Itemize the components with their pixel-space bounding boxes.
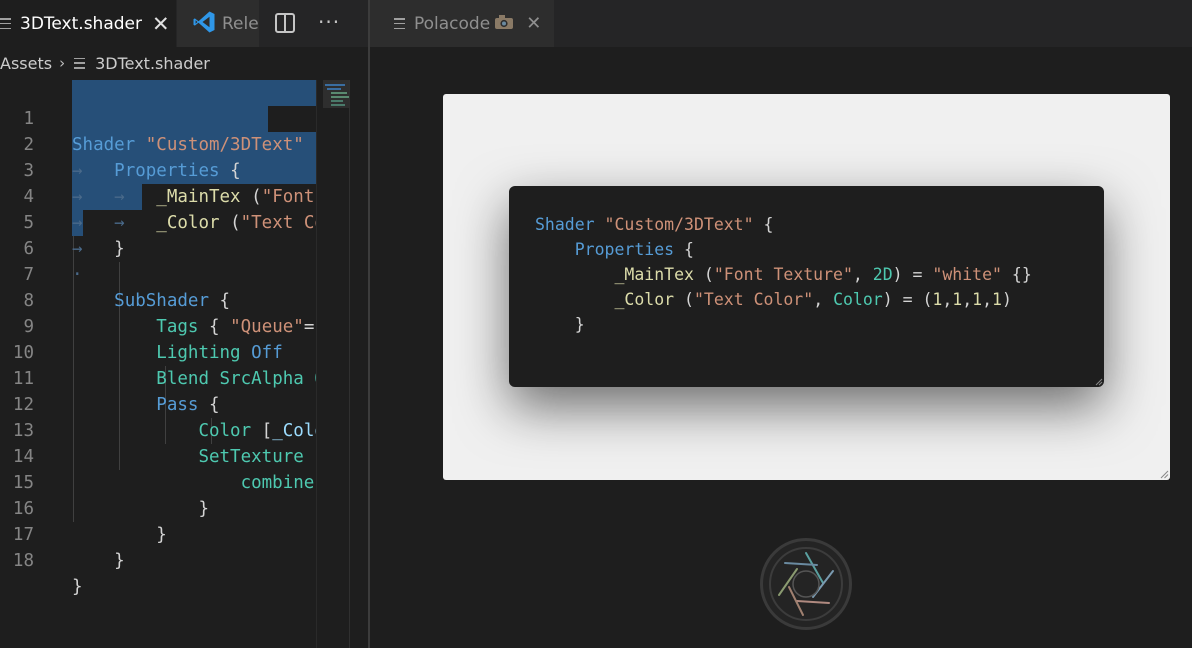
code-line: 2 → Properties {: [0, 106, 316, 181]
code-line: 17 }: [0, 496, 316, 571]
minimap-line: [331, 96, 349, 98]
code-line: 18 }: [0, 522, 316, 597]
right-editor-group: Polacode ✕ Shader "Custom/3DText" { Prop…: [370, 0, 1192, 648]
breadcrumb: Assets › 3DText.shader: [0, 50, 210, 76]
left-tab-bar: 3DText.shader ✕ Release ···: [0, 0, 368, 47]
code-line: 7 SubShader {: [0, 236, 316, 311]
left-editor-group: 3DText.shader ✕ Release ··· Assets › 3DT…: [0, 0, 368, 648]
code-editor[interactable]: 1 Shader "Custom/3DText" { 2 → Propertie…: [0, 80, 316, 648]
vscode-icon: [193, 11, 215, 33]
camera-shutter-button[interactable]: [760, 538, 852, 630]
tab-label: Release: [222, 13, 259, 34]
code-snippet-card[interactable]: Shader "Custom/3DText" { Properties { _M…: [509, 186, 1104, 387]
tab-polacode[interactable]: Polacode ✕: [370, 0, 554, 47]
code-line: 5 → }: [0, 184, 316, 259]
minimap-line: [331, 100, 343, 102]
code-line: 15 }: [0, 444, 316, 519]
tab-label: 3DText.shader: [20, 13, 142, 34]
minimap-line: [331, 104, 345, 106]
minimap-line: [327, 88, 341, 90]
line-number: 18: [12, 551, 34, 571]
snippet-line: _MainTex ("Font Texture", 2D) = "white" …: [614, 265, 1032, 284]
code-line: 12 Color [_Color]: [0, 366, 316, 441]
breadcrumb-assets[interactable]: Assets: [0, 54, 52, 73]
file-lines-icon: [0, 18, 11, 29]
tab-label: Polacode: [414, 13, 491, 34]
minimap-line: [331, 92, 347, 94]
code-line: 11 Pass {: [0, 340, 316, 415]
camera-shutter-icon: [769, 547, 843, 621]
vertical-scrollbar[interactable]: [349, 80, 368, 648]
code-line: 8 Tags { "Queue"="Transparent" }: [0, 262, 316, 337]
code-line: 13 SetTexture [_MainTex] {: [0, 392, 316, 467]
code-line: 6 ·: [0, 210, 316, 285]
file-lines-icon: [394, 18, 405, 29]
snippet-line: _Color ("Text Color", Color) = (1,1,1,1): [614, 290, 1012, 309]
right-tab-bar: Polacode ✕: [370, 0, 1192, 47]
tab-release[interactable]: Release: [177, 0, 259, 47]
snippet-line: Properties {: [574, 240, 694, 259]
file-lines-icon: [74, 57, 86, 69]
split-editor-icon[interactable]: [275, 13, 295, 33]
breadcrumb-file[interactable]: 3DText.shader: [95, 54, 210, 73]
camera-icon: [494, 14, 514, 34]
close-tab-icon[interactable]: ✕: [152, 12, 170, 36]
close-tab-icon[interactable]: ✕: [526, 13, 541, 34]
code-line: 10 Blend SrcAlpha OneMinusSrcAlpha: [0, 314, 316, 389]
code-line: 4 → → _Color ("Text Color",: [0, 158, 316, 233]
tab-3dtext-shader[interactable]: 3DText.shader ✕: [0, 0, 176, 47]
minimap[interactable]: [316, 80, 368, 648]
more-actions-icon[interactable]: ···: [318, 10, 340, 34]
chevron-right-icon: ›: [59, 54, 66, 72]
code-line: 1 Shader "Custom/3DText" {: [0, 80, 316, 155]
snippet-frame[interactable]: Shader "Custom/3DText" { Properties { _M…: [443, 94, 1170, 480]
code-line: 16 }: [0, 470, 316, 545]
snippet-line: }: [574, 315, 585, 334]
code-line: 3 → → _MainTex ("Font Texture", 2D): [0, 132, 316, 207]
resize-handle-icon[interactable]: [1160, 470, 1169, 479]
snippet-line: Shader "Custom/3DText" {: [535, 215, 774, 234]
minimap-line: [325, 84, 345, 86]
resize-handle-icon[interactable]: [1095, 378, 1103, 386]
code-line: 14 combine primary, texture: [0, 418, 316, 493]
code-line: 9 Lighting Off: [0, 288, 316, 363]
